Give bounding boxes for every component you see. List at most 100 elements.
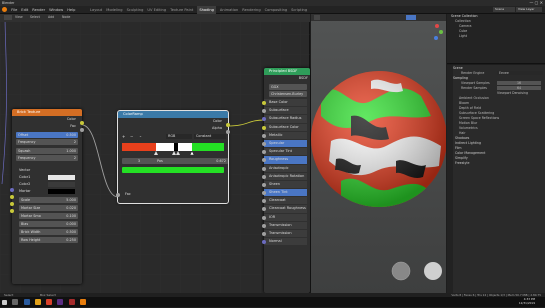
system-clock[interactable]: 4:33 PM 12/31/2019 [519,297,535,305]
vector-socket[interactable] [10,188,14,192]
remove-stop-button[interactable]: − [130,134,133,139]
folder-icon[interactable] [34,299,41,305]
mode-select[interactable]: RGB [166,134,192,139]
bsdf-input-specular-tint[interactable]: Specular Tint [262,148,307,156]
ne-menu-select[interactable]: Select [30,15,40,19]
pos-field[interactable]: Pos 0.672 [155,158,228,164]
menu-file[interactable]: File [11,6,17,14]
blender-taskbar-icon[interactable] [79,299,86,305]
workspace-tab-compositing[interactable]: Compositing [265,6,288,14]
row-height-field[interactable]: Row Height 0.250 [19,237,78,243]
colorramp-color-socket[interactable] [226,123,230,127]
bsdf-input-transmission[interactable]: Transmission [262,221,307,229]
mortar-socket[interactable] [10,209,14,213]
distribution-select[interactable]: GGX [269,84,307,90]
workspace-tab-texture-paint[interactable]: Texture Paint [170,6,193,14]
brick-fac-socket[interactable] [80,128,84,132]
ramp-menu-icon[interactable]: ⌄ [139,134,142,138]
bsdf-socket[interactable] [262,141,266,146]
brick-texture-node[interactable]: Brick Texture Color Fac Offset 0.500 Freq… [10,109,84,284]
bsdf-socket[interactable] [262,158,266,163]
bsdf-socket[interactable] [262,117,266,122]
frequency-field[interactable]: Frequency 2 [16,139,78,145]
bias-field[interactable]: Bias 0.000 [19,221,78,227]
stop-index-field[interactable]: 3 [122,158,156,164]
properties-panel[interactable]: Scene Render Engine Eevee Sampling Viewp… [447,65,545,293]
bsdf-input-metallic[interactable]: Metallic [262,131,307,139]
bsdf-input-clearcoat[interactable]: Clearcoat [262,197,307,205]
workspace-tab-uv-editing[interactable]: UV Editing [147,6,166,14]
bsdf-socket[interactable] [262,166,266,171]
bsdf-socket[interactable] [262,191,266,196]
bsdf-input-subsurface-color[interactable]: Subsurface Color [262,123,307,131]
mortar-swatch[interactable] [48,189,75,194]
bsdf-input-normal[interactable]: Normal [262,238,307,246]
bsdf-socket[interactable] [262,232,266,236]
color2-swatch[interactable] [48,182,75,187]
brick-color-socket[interactable] [80,121,84,125]
workspace-tab-modeling[interactable]: Modeling [106,6,122,14]
color-ramp-gradient[interactable] [122,141,224,155]
workspace-tab-scripting[interactable]: Scripting [291,6,307,14]
subsurface-method-select[interactable]: Christensen-Burley [269,91,307,97]
bsdf-input-clearcoat-roughness[interactable]: Clearcoat Roughness [262,205,307,213]
bsdf-socket[interactable] [262,207,266,212]
brick-node-header[interactable]: Brick Texture [12,109,82,116]
color2-socket[interactable] [10,202,14,206]
menu-render[interactable]: Render [32,6,45,14]
color1-socket[interactable] [10,195,14,199]
bsdf-node-header[interactable]: Principled BSDF [264,68,310,75]
colorramp-node-header[interactable]: ColorRamp [118,111,228,118]
panel-freestyle[interactable]: Freestyle [447,161,545,166]
colorramp-node[interactable]: ColorRamp Color Alpha + − ⌄ RGB Constant… [116,110,230,204]
bsdf-socket[interactable] [262,150,266,155]
bsdf-socket[interactable] [262,133,266,138]
bsdf-input-specular[interactable]: Specular [262,139,307,148]
bsdf-socket[interactable] [262,101,266,105]
colorramp-fac-socket[interactable] [116,193,120,197]
taskbar-app-icon[interactable] [23,299,30,305]
ne-menu-node[interactable]: Node [62,15,70,19]
color1-swatch[interactable] [48,175,75,180]
3d-viewport[interactable] [311,14,446,293]
taskbar-app-icon[interactable] [68,299,75,305]
workspace-tab-layout[interactable]: Layout [90,6,102,14]
viewport-samples-field[interactable]: 16 [497,81,541,85]
bsdf-socket[interactable] [262,182,266,187]
workspace-tab-sculpting[interactable]: Sculpting [127,6,144,14]
search-icon[interactable] [12,299,19,305]
workspace-tab-rendering[interactable]: Rendering [242,6,260,14]
menu-help[interactable]: Help [67,6,75,14]
bsdf-socket[interactable] [262,223,266,228]
brick-width-field[interactable]: Brick Width 0.500 [19,229,78,235]
viewport-editor-icon[interactable] [314,15,320,20]
outliner-panel[interactable]: Scene Collection Collection Camera Cube Lig… [447,14,545,64]
taskbar-app-icon[interactable] [57,299,64,305]
properties-tabs[interactable] [447,65,453,293]
scale-field[interactable]: Scale 5.000 [19,197,78,203]
bsdf-input-roughness[interactable]: Roughness [262,156,307,164]
bsdf-input-sheen-tint[interactable]: Sheen Tint [262,189,307,197]
add-stop-button[interactable]: + [122,134,125,139]
bsdf-socket[interactable] [262,199,266,204]
bsdf-input-base-color[interactable]: Base Color [262,99,307,107]
bsdf-input-anisotropic[interactable]: Anisotropic [262,164,307,172]
bsdf-input-subsurface-radius[interactable]: Subsurface Radius [262,115,307,123]
ne-menu-view[interactable]: View [15,15,23,19]
colorramp-alpha-socket[interactable] [226,130,230,134]
mortar-smooth-field[interactable]: Mortar Smo 0.100 [19,213,78,219]
window-controls[interactable]: — ▢ ✕ [529,0,543,5]
bsdf-input-anisotropic-rotation[interactable]: Anisotropic Rotation [262,172,307,180]
interpolation-select[interactable]: Constant [194,134,226,139]
render-samples-field[interactable]: 64 [497,86,541,90]
bsdf-input-transmission-roughness[interactable]: Transmission Roughness [262,230,307,242]
principled-bsdf-node[interactable]: Principled BSDF BSDF GGX Christensen-Bur… [262,68,310,293]
menu-edit[interactable]: Edit [21,6,28,14]
blender-logo-icon[interactable] [2,7,7,12]
bsdf-input-subsurface[interactable]: Subsurface [262,107,307,115]
menu-window[interactable]: Window [49,6,63,14]
bsdf-socket[interactable] [262,215,266,220]
browser-icon[interactable] [46,299,53,305]
squash-frequency-field[interactable]: Frequency 2 [16,155,78,161]
mortar-size-field[interactable]: Mortar Size 0.020 [19,205,78,211]
